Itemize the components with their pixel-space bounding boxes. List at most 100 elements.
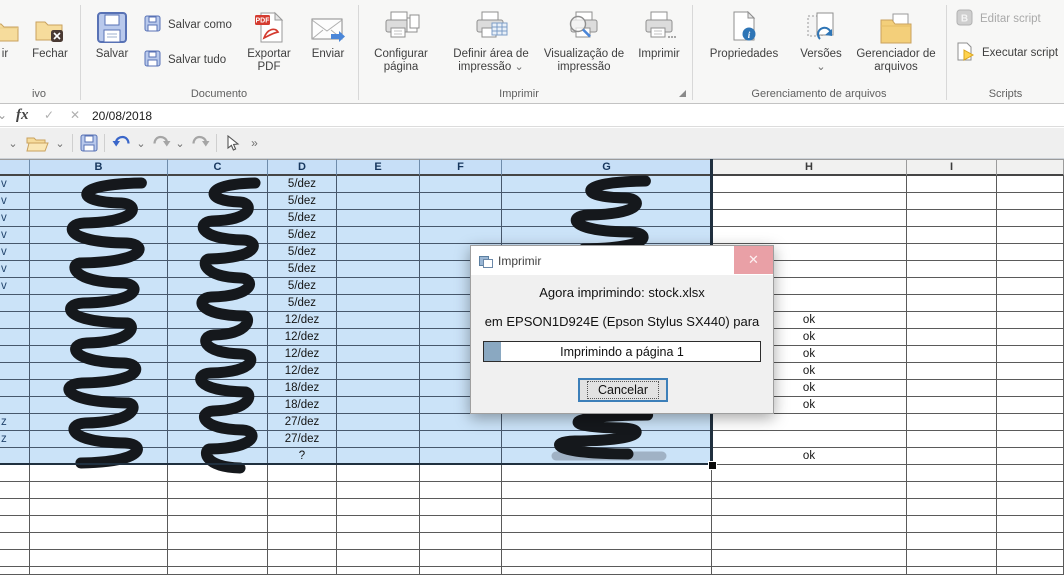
cell[interactable]: [907, 176, 997, 193]
cell[interactable]: [168, 431, 268, 448]
cell[interactable]: [907, 227, 997, 244]
cell[interactable]: [420, 176, 502, 193]
cell[interactable]: [168, 278, 268, 295]
cell[interactable]: [997, 482, 1064, 499]
cell[interactable]: [997, 550, 1064, 567]
cell[interactable]: [0, 363, 30, 380]
cell[interactable]: [337, 193, 420, 210]
cell[interactable]: 5/dez: [268, 176, 337, 193]
cell[interactable]: [712, 193, 907, 210]
cell[interactable]: z: [0, 431, 30, 448]
cell[interactable]: [997, 414, 1064, 431]
cell[interactable]: [337, 329, 420, 346]
cell[interactable]: [997, 516, 1064, 533]
cell[interactable]: [30, 414, 168, 431]
cell[interactable]: 27/dez: [268, 431, 337, 448]
cell[interactable]: [997, 312, 1064, 329]
cell[interactable]: [337, 499, 420, 516]
toolbar-save-icon[interactable]: [78, 131, 100, 155]
cell[interactable]: 12/dez: [268, 312, 337, 329]
cell[interactable]: [0, 516, 30, 533]
cell[interactable]: [30, 176, 168, 193]
versions-button[interactable]: Versões⌄: [794, 4, 848, 84]
cell[interactable]: 12/dez: [268, 363, 337, 380]
column-header[interactable]: C: [168, 159, 268, 176]
cell[interactable]: [997, 499, 1064, 516]
cell[interactable]: v: [0, 261, 30, 278]
cell[interactable]: 12/dez: [268, 346, 337, 363]
cell[interactable]: [997, 227, 1064, 244]
cell[interactable]: [997, 295, 1064, 312]
cell[interactable]: [168, 516, 268, 533]
cell[interactable]: [502, 176, 712, 193]
cell[interactable]: [168, 363, 268, 380]
cell[interactable]: [337, 210, 420, 227]
cell[interactable]: [712, 465, 907, 482]
cell[interactable]: [337, 363, 420, 380]
column-header[interactable]: D: [268, 159, 337, 176]
cell[interactable]: [907, 210, 997, 227]
redo-chevron-icon[interactable]: ⌄: [173, 131, 187, 155]
cell[interactable]: [907, 431, 997, 448]
column-header[interactable]: G: [502, 159, 712, 176]
cell[interactable]: [0, 312, 30, 329]
cell[interactable]: [168, 550, 268, 567]
toolbar-chevron-icon[interactable]: ⌄: [6, 131, 20, 155]
cell[interactable]: [997, 244, 1064, 261]
cell[interactable]: [0, 397, 30, 414]
cell[interactable]: [337, 176, 420, 193]
print-area-button[interactable]: Definir área de impressão ⌄: [445, 4, 537, 84]
cell[interactable]: [168, 176, 268, 193]
cell[interactable]: [168, 244, 268, 261]
fx-icon[interactable]: fx: [16, 107, 29, 124]
cell[interactable]: [712, 499, 907, 516]
cell[interactable]: [997, 261, 1064, 278]
cell[interactable]: [268, 567, 337, 575]
cell[interactable]: 5/dez: [268, 227, 337, 244]
cell[interactable]: [907, 295, 997, 312]
cell[interactable]: [168, 193, 268, 210]
accept-check-icon[interactable]: ✓: [44, 108, 54, 122]
cell[interactable]: 18/dez: [268, 380, 337, 397]
cell[interactable]: [907, 567, 997, 575]
formula-input[interactable]: 20/08/2018: [92, 109, 152, 123]
cell[interactable]: [502, 516, 712, 533]
cell[interactable]: [168, 567, 268, 575]
cell[interactable]: [0, 346, 30, 363]
cell[interactable]: [30, 295, 168, 312]
send-button[interactable]: Enviar: [302, 4, 354, 84]
cell[interactable]: [337, 312, 420, 329]
cell[interactable]: [337, 465, 420, 482]
print-dialog-titlebar[interactable]: Imprimir ✕: [471, 246, 773, 275]
cell[interactable]: [337, 516, 420, 533]
cell[interactable]: [168, 414, 268, 431]
cell[interactable]: [997, 533, 1064, 550]
cell[interactable]: [268, 516, 337, 533]
name-box-chevron-icon[interactable]: ⌄: [0, 108, 7, 122]
cell[interactable]: [30, 380, 168, 397]
cell[interactable]: [712, 550, 907, 567]
cell[interactable]: [907, 312, 997, 329]
cell[interactable]: [168, 295, 268, 312]
cell[interactable]: [712, 176, 907, 193]
cell[interactable]: [907, 193, 997, 210]
cell[interactable]: [168, 499, 268, 516]
cell[interactable]: [30, 244, 168, 261]
cell[interactable]: [907, 346, 997, 363]
cell[interactable]: [0, 482, 30, 499]
cell[interactable]: [712, 431, 907, 448]
cell[interactable]: 5/dez: [268, 261, 337, 278]
cell[interactable]: [30, 329, 168, 346]
cell[interactable]: [420, 414, 502, 431]
cell[interactable]: [907, 380, 997, 397]
export-pdf-button[interactable]: PDF Exportar PDF: [240, 4, 298, 84]
cell[interactable]: [907, 363, 997, 380]
cell[interactable]: [502, 227, 712, 244]
save-all-button[interactable]: Salvar tudo: [144, 50, 226, 70]
cell[interactable]: [997, 380, 1064, 397]
cell[interactable]: [30, 261, 168, 278]
cell[interactable]: [30, 363, 168, 380]
cell[interactable]: [712, 567, 907, 575]
column-header[interactable]: B: [30, 159, 168, 176]
cell[interactable]: 5/dez: [268, 193, 337, 210]
